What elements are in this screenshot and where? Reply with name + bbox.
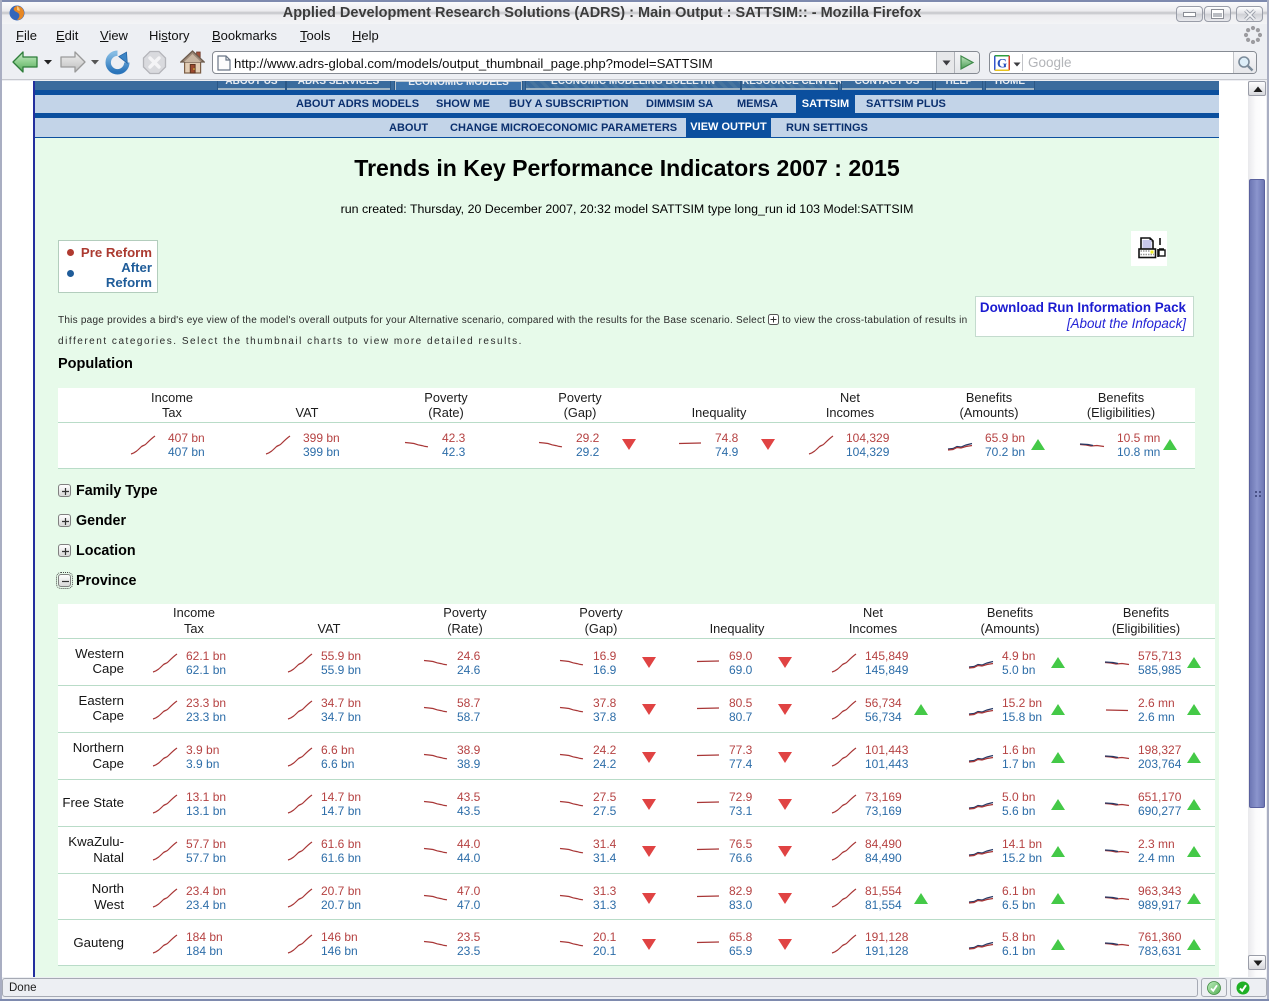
svg-text:G: G — [997, 56, 1007, 71]
